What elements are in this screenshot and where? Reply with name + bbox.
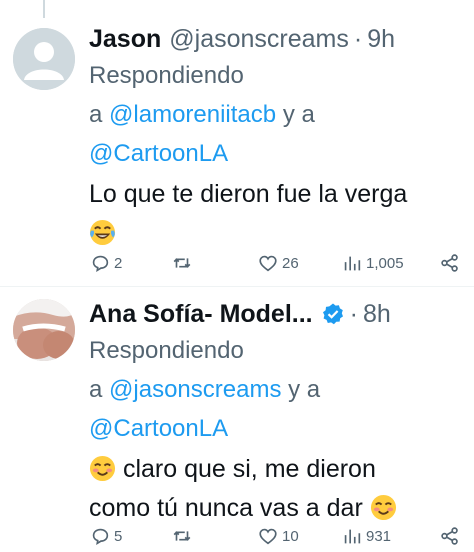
retweet-icon — [173, 258, 191, 268]
author-name[interactable]: Ana Sofía- Model... — [89, 300, 313, 329]
reply-prefix: a — [89, 376, 103, 403]
reply-count: 5 — [114, 527, 123, 545]
reply-icon — [92, 255, 109, 272]
like-button[interactable]: 26 — [257, 252, 299, 274]
share-icon — [441, 527, 458, 545]
reply-join: y a — [288, 376, 321, 403]
share-button[interactable] — [439, 252, 464, 274]
reply-prefix: a — [89, 101, 103, 128]
tweet-text: Lo que te dieron fue la verga — [89, 175, 466, 253]
views-button[interactable]: 1,005 — [341, 252, 404, 274]
tweet-text-line: claro que si, me dieron — [122, 455, 376, 483]
tweet-text-line: como tú nunca vas a dar — [89, 494, 363, 522]
default-avatar[interactable] — [13, 28, 75, 90]
mention-link[interactable]: @lamoreniitacb — [109, 101, 276, 128]
views-count: 931 — [366, 527, 392, 545]
like-button[interactable]: 10 — [257, 525, 299, 547]
tweet-jason[interactable]: Jason @jasonscreams · 9h Respondiendo a … — [0, 0, 474, 286]
reply-join: y a — [282, 101, 315, 128]
laughing-with-tears-emoji-icon — [89, 219, 116, 246]
like-count: 10 — [282, 527, 299, 545]
smiling-face-emoji-icon — [370, 494, 397, 521]
reply-count: 2 — [114, 254, 123, 272]
share-button[interactable] — [439, 525, 464, 547]
retweet-button[interactable] — [171, 252, 196, 274]
reply-button[interactable]: 5 — [89, 525, 122, 547]
mention-link[interactable]: @jasonscreams — [109, 376, 281, 403]
smiling-face-emoji-icon — [89, 455, 116, 482]
views-button[interactable]: 931 — [341, 525, 391, 547]
mention-link[interactable]: @CartoonLA — [89, 140, 228, 167]
tweet-actions: 2 26 1,005 — [89, 248, 464, 278]
tweet-header: Ana Sofía- Model... · 8h — [89, 297, 466, 331]
tweet-text: claro que si, me dieron como tú nunca va… — [89, 450, 466, 528]
reply-icon — [92, 528, 109, 545]
heart-icon — [259, 255, 277, 272]
separator-dot: · — [349, 299, 358, 328]
replying-to: Respondiendo a @jasonscreams y a @Cartoo… — [89, 331, 466, 448]
tweet-header: Jason @jasonscreams · 9h — [89, 22, 466, 56]
timestamp[interactable]: 9h — [367, 25, 395, 54]
views-chart-icon — [344, 256, 361, 271]
timestamp[interactable]: 8h — [363, 300, 391, 329]
author-name[interactable]: Jason — [89, 25, 161, 54]
tweet-actions: 5 10 931 — [89, 521, 464, 551]
tweet-ana-sofia[interactable]: Ana Sofía- Model... · 8h Respondiendo a … — [0, 286, 474, 552]
share-icon — [441, 254, 458, 272]
tweet-text-line: Lo que te dieron fue la verga — [89, 180, 408, 208]
like-count: 26 — [282, 254, 299, 272]
verified-badge-icon[interactable] — [321, 302, 345, 326]
profile-photo-avatar[interactable] — [13, 299, 75, 361]
author-handle[interactable]: @jasonscreams — [169, 25, 349, 54]
reply-button[interactable]: 2 — [89, 252, 122, 274]
retweet-button[interactable] — [171, 525, 196, 547]
replying-label: Respondiendo — [89, 337, 244, 364]
retweet-icon — [173, 531, 191, 541]
replying-label: Respondiendo — [89, 62, 244, 89]
replying-to: Respondiendo a @lamoreniitacb y a @Carto… — [89, 56, 466, 173]
heart-icon — [259, 528, 277, 545]
views-count: 1,005 — [366, 254, 404, 272]
separator-dot: · — [353, 24, 363, 53]
views-chart-icon — [344, 529, 361, 544]
mention-link[interactable]: @CartoonLA — [89, 415, 228, 442]
